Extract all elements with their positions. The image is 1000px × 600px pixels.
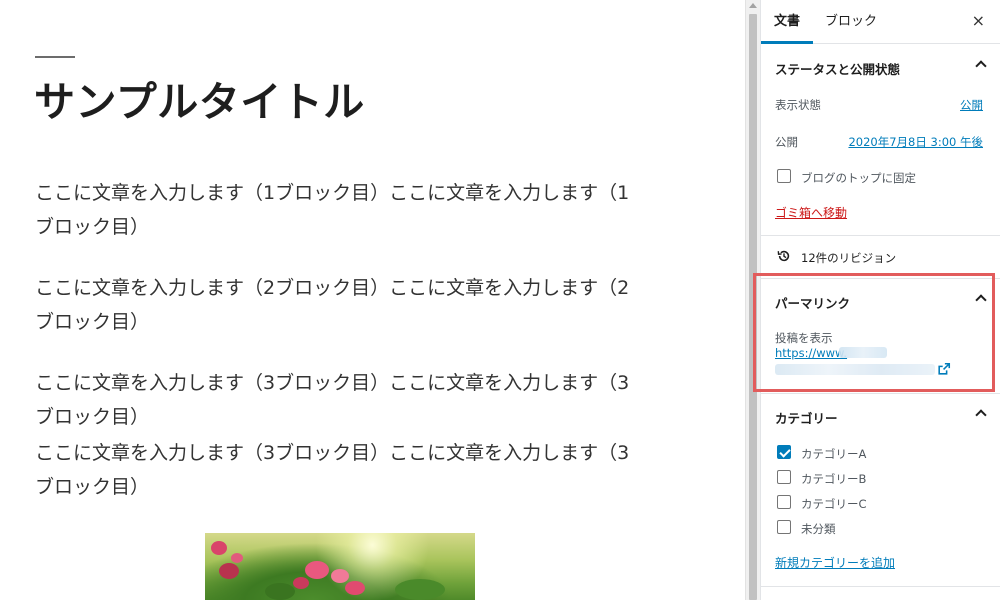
- category-b-checkbox[interactable]: [777, 470, 791, 484]
- tab-document[interactable]: 文書: [761, 0, 813, 44]
- editor-scrollbar[interactable]: [745, 0, 760, 600]
- panel-divider: [761, 586, 1000, 587]
- publish-date-link[interactable]: 2020年7月8日 3:00 午後: [848, 134, 983, 150]
- add-new-category-link[interactable]: 新規カテゴリーを追加: [775, 554, 895, 571]
- photo-flower: [345, 581, 365, 595]
- uncategorized-checkbox[interactable]: [777, 520, 791, 534]
- blurred-url-segment: [775, 364, 935, 375]
- scroll-up-arrow-icon[interactable]: [749, 3, 757, 8]
- settings-sidebar: 文書 ブロック × ステータスと公開状態 表示状態 公開 公開 2020年7月8…: [760, 0, 1000, 600]
- sticky-label: ブログのトップに固定: [801, 171, 916, 185]
- photo-flower: [331, 569, 349, 583]
- uncategorized-label: 未分類: [801, 522, 836, 536]
- category-a-checkbox[interactable]: [777, 445, 791, 459]
- paragraph-block-3-repeat[interactable]: ここに文章を入力します（3ブロック目）ここに文章を入力します（3ブロック目）: [35, 436, 645, 504]
- paragraph-block-2[interactable]: ここに文章を入力します（2ブロック目）ここに文章を入力します（2ブロック目）: [35, 271, 645, 339]
- post-title[interactable]: サンプルタイトル: [34, 68, 365, 128]
- category-c-checkbox[interactable]: [777, 495, 791, 509]
- photo-flower: [219, 563, 239, 579]
- paragraph-block-3[interactable]: ここに文章を入力します（3ブロック目）ここに文章を入力します（3ブロック目）: [35, 366, 645, 434]
- scroll-thumb[interactable]: [749, 14, 757, 600]
- close-icon[interactable]: ×: [972, 12, 985, 30]
- title-separator: [35, 56, 75, 58]
- chevron-up-icon: [975, 294, 987, 306]
- category-b-label: カテゴリーB: [801, 472, 867, 486]
- move-to-trash-link[interactable]: ゴミ箱へ移動: [775, 204, 847, 221]
- chevron-up-icon: [975, 409, 987, 421]
- sticky-checkbox[interactable]: [777, 169, 791, 183]
- revisions-link[interactable]: 12件のリビジョン: [761, 236, 1000, 278]
- external-link-icon[interactable]: [937, 362, 951, 376]
- tab-block[interactable]: ブロック: [825, 0, 877, 44]
- view-post-label: 投稿を表示: [775, 331, 833, 345]
- permalink-panel-title: パーマリンク: [775, 296, 851, 311]
- photo-flower: [305, 561, 329, 579]
- permalink-panel-toggle[interactable]: パーマリンク: [761, 278, 1000, 322]
- chevron-up-icon: [975, 60, 987, 72]
- publish-label: 公開: [775, 135, 798, 149]
- photo-flower: [395, 579, 445, 600]
- paragraph-block-1[interactable]: ここに文章を入力します（1ブロック目）ここに文章を入力します（1ブロック目）: [35, 176, 645, 244]
- permalink-url-link[interactable]: https://www.: [775, 346, 847, 360]
- visibility-link[interactable]: 公開: [960, 97, 983, 113]
- photo-flower: [231, 553, 243, 563]
- revisions-label: 12件のリビジョン: [801, 251, 897, 265]
- blurred-url-segment: [839, 347, 887, 358]
- photo-flower: [293, 577, 309, 589]
- visibility-label: 表示状態: [775, 98, 821, 112]
- status-panel-toggle[interactable]: ステータスと公開状態: [761, 44, 1000, 88]
- category-c-label: カテゴリーC: [801, 497, 867, 511]
- sidebar-tabs: 文書 ブロック ×: [761, 0, 1000, 44]
- category-panel-toggle[interactable]: カテゴリー: [761, 393, 1000, 437]
- category-a-label: カテゴリーA: [801, 447, 867, 461]
- image-block[interactable]: [205, 533, 475, 600]
- photo-flower: [265, 583, 295, 600]
- status-panel-title: ステータスと公開状態: [775, 62, 901, 77]
- category-panel-title: カテゴリー: [775, 411, 838, 426]
- photo-flower: [211, 541, 227, 555]
- revisions-history-icon: [777, 250, 790, 262]
- editor-canvas[interactable]: サンプルタイトル ここに文章を入力します（1ブロック目）ここに文章を入力します（…: [0, 0, 745, 600]
